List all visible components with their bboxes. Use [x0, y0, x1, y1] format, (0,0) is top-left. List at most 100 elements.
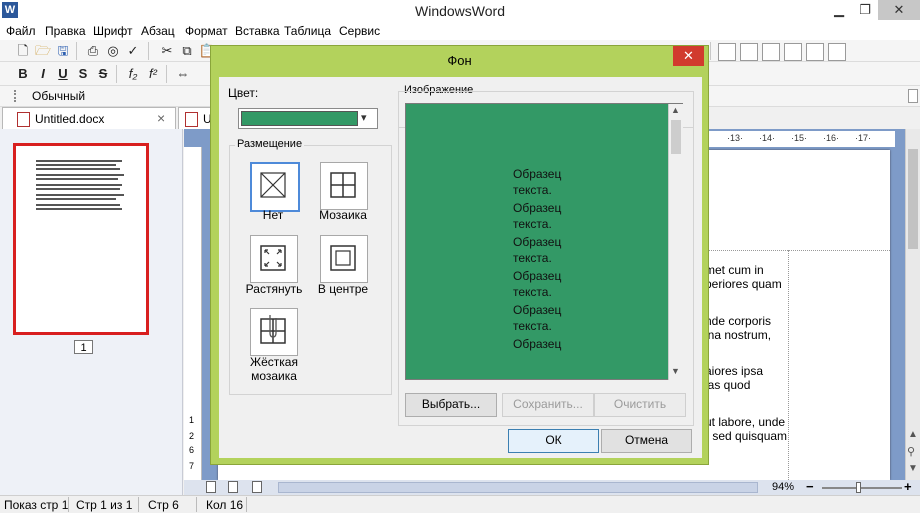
- hyperlink-icon[interactable]: ⇔: [174, 65, 192, 83]
- placement-fixed-tile-label: Жёсткая мозаика: [250, 355, 298, 383]
- table-border-icon[interactable]: [828, 43, 846, 61]
- close-window-button[interactable]: ✕: [878, 0, 920, 20]
- tab-bar: Untitled.docx × Ur: [0, 107, 216, 130]
- binoculars-icon[interactable]: ◎: [104, 42, 122, 60]
- sample-text: текста.: [513, 285, 552, 299]
- table-border-icon[interactable]: [740, 43, 758, 61]
- toolbar-scroll-icon[interactable]: [908, 89, 918, 103]
- save-icon[interactable]: 🖫: [54, 42, 72, 60]
- open-folder-icon[interactable]: 🗁: [34, 42, 52, 60]
- menu-table[interactable]: Таблица: [284, 24, 331, 38]
- shadow-button[interactable]: S: [74, 65, 92, 83]
- view-normal-icon[interactable]: [206, 481, 216, 493]
- view-web-icon[interactable]: [228, 481, 238, 493]
- minimize-button[interactable]: ▁: [826, 0, 852, 20]
- menu-insert[interactable]: Вставка: [235, 24, 280, 38]
- restore-button[interactable]: ❐: [852, 0, 878, 20]
- spellcheck-icon[interactable]: ✓: [124, 42, 142, 60]
- color-swatch: [241, 111, 358, 126]
- document-icon: [185, 112, 198, 127]
- vertical-scrollbar[interactable]: ▲ ⚲ ▼: [905, 129, 920, 480]
- scroll-up-icon[interactable]: ▲: [908, 429, 918, 440]
- preview-scrollbar[interactable]: ▲ ▼: [668, 104, 683, 380]
- tab-untitled[interactable]: Untitled.docx ×: [2, 107, 176, 130]
- dialog-close-button[interactable]: ✕: [673, 46, 704, 66]
- menu-format[interactable]: Формат: [185, 24, 228, 38]
- cancel-button[interactable]: Отмена: [601, 429, 692, 453]
- table-border-icon[interactable]: [784, 43, 802, 61]
- zoom-out-icon[interactable]: −: [806, 479, 814, 494]
- cut-icon[interactable]: ✂: [158, 42, 176, 60]
- menu-service[interactable]: Сервис: [339, 24, 380, 38]
- ok-button[interactable]: ОК: [508, 429, 599, 453]
- new-doc-icon[interactable]: 🗋: [14, 42, 32, 60]
- placement-stretch-label: Растянуть: [245, 282, 303, 296]
- page-thumbnail[interactable]: [13, 143, 149, 335]
- color-select[interactable]: ▾: [238, 108, 378, 129]
- document-icon: [17, 112, 30, 127]
- bold-button[interactable]: B: [14, 65, 32, 83]
- style-select[interactable]: Обычный: [32, 89, 85, 103]
- choose-button[interactable]: Выбрать...: [405, 393, 497, 417]
- menu-paragraph[interactable]: Абзац: [141, 24, 175, 38]
- search-icon[interactable]: ⚲: [907, 445, 915, 458]
- placement-center-option[interactable]: [320, 235, 368, 283]
- doc-text-line: ut labore, unde: [705, 415, 786, 429]
- zoom-in-icon[interactable]: +: [904, 479, 912, 494]
- sample-text: текста.: [513, 217, 552, 231]
- superscript-button[interactable]: f²: [144, 65, 162, 83]
- tab-close-icon[interactable]: ×: [157, 110, 165, 126]
- subscript-button[interactable]: f₂: [124, 65, 142, 83]
- placement-tile-option[interactable]: [320, 162, 368, 210]
- zoom-slider-track[interactable]: [822, 487, 902, 489]
- page-navigator: 1: [0, 129, 183, 495]
- menu-edit[interactable]: Правка: [45, 24, 86, 38]
- placement-fixed-tile-option[interactable]: [250, 308, 298, 356]
- status-page-count: Стр 1 из 1: [76, 498, 133, 512]
- horizontal-scrollbar[interactable]: [278, 482, 758, 493]
- table-border-icon[interactable]: [762, 43, 780, 61]
- zoom-slider-thumb[interactable]: [856, 482, 861, 493]
- scroll-down-icon[interactable]: ▼: [671, 366, 680, 376]
- sample-text: Образец: [513, 269, 562, 283]
- status-line: Стр 6: [148, 498, 179, 512]
- status-show-page: Показ стр 1: [4, 498, 69, 512]
- sample-text: Образец: [513, 167, 562, 181]
- vertical-ruler: 1 2 6 7: [184, 147, 202, 480]
- strikethrough-button[interactable]: S: [94, 65, 112, 83]
- table-border-icon[interactable]: [718, 43, 736, 61]
- sample-text: Образец: [513, 337, 562, 351]
- menu-font[interactable]: Шрифт: [93, 24, 132, 38]
- sample-text: текста.: [513, 183, 552, 197]
- placement-stretch-option[interactable]: [250, 235, 298, 283]
- italic-button[interactable]: I: [34, 65, 52, 83]
- save-button[interactable]: Сохранить...: [502, 393, 594, 417]
- placement-none-option[interactable]: [250, 162, 300, 212]
- doc-text-line: aiores ipsa: [705, 364, 764, 378]
- doc-text-line: r sed quisquam: [705, 429, 788, 443]
- sample-text: текста.: [513, 319, 552, 333]
- copy-icon[interactable]: ⧉: [178, 42, 196, 60]
- menu-file[interactable]: Файл: [6, 24, 36, 38]
- sample-text: текста.: [513, 251, 552, 265]
- window-title: WindowsWord: [415, 3, 505, 19]
- view-page-icon[interactable]: [252, 481, 262, 493]
- scroll-down-icon[interactable]: ▼: [908, 463, 918, 474]
- scroll-up-icon[interactable]: ▲: [671, 105, 680, 115]
- clear-button[interactable]: Очистить: [594, 393, 686, 417]
- title-bar: W WindowsWord ▁ ❐ ✕: [0, 0, 920, 22]
- table-border-icon[interactable]: [806, 43, 824, 61]
- underline-button[interactable]: U: [54, 65, 72, 83]
- stretch-icon: [260, 245, 286, 271]
- image-preview: ▲ ▼ Образец текста. Образец текста. Обра…: [405, 103, 683, 380]
- doc-text-line: periores quam: [705, 277, 782, 291]
- zoom-level: 94%: [772, 481, 795, 493]
- horizontal-ruler: ·13· ·14· ·15· ·16· ·17·: [705, 131, 895, 147]
- placement-center-label: В центре: [317, 282, 369, 296]
- print-icon[interactable]: ⎙: [84, 42, 102, 60]
- status-column: Кол 16: [206, 498, 244, 512]
- status-bar: Показ стр 1 Стр 1 из 1 Стр 6 Кол 16: [0, 495, 920, 513]
- tab-label: Untitled.docx: [35, 112, 105, 126]
- placement-none-label: Нет: [262, 208, 284, 222]
- dialog-body: Цвет: ▾ Размещение Нет Мозаика Растянуть…: [219, 77, 702, 458]
